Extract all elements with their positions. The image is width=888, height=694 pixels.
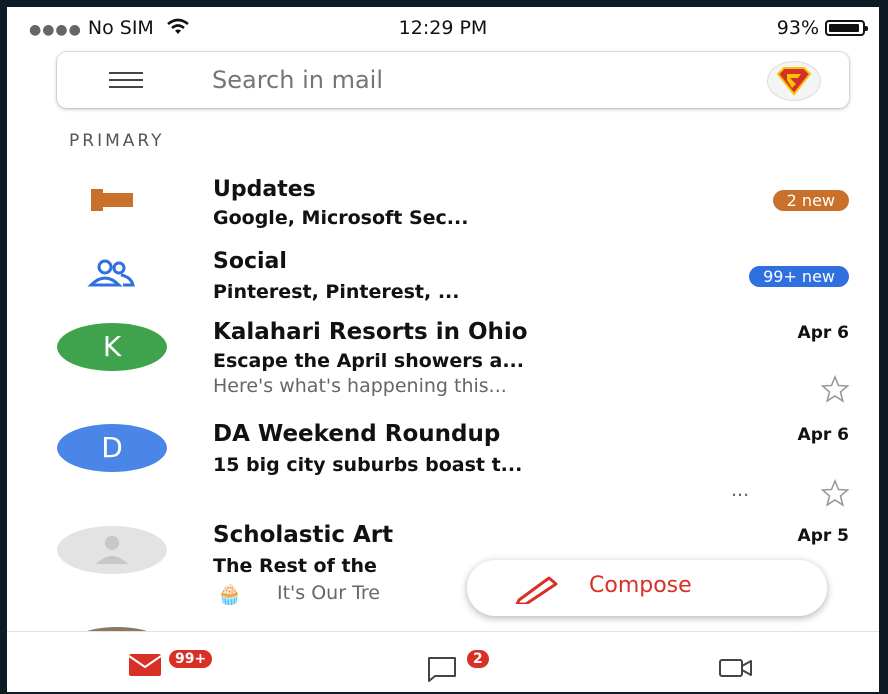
- mail-icon: [129, 654, 161, 676]
- cupcake-icon: 🧁: [217, 582, 242, 606]
- email-row[interactable]: D DA Weekend Roundup Apr 6 15 big city s…: [7, 419, 879, 509]
- people-icon: [87, 259, 135, 287]
- bottom-nav: 99+ 2: [7, 631, 879, 692]
- compose-button[interactable]: Compose: [467, 560, 827, 616]
- email-date: Apr 5: [797, 526, 849, 546]
- sender-avatar: K: [57, 323, 167, 371]
- clock: 12:29 PM: [398, 17, 488, 39]
- search-bar: [57, 52, 849, 108]
- email-date: Apr 6: [797, 323, 849, 343]
- video-camera-icon: [719, 659, 752, 677]
- pencil-icon: [515, 576, 558, 604]
- email-subject: The Rest of the: [213, 555, 377, 577]
- sender-name: Scholastic Art: [213, 522, 394, 548]
- person-icon: [96, 536, 128, 564]
- category-subtitle: Google, Microsoft Sec...: [213, 207, 469, 229]
- email-subject: 15 big city suburbs boast t...: [213, 454, 523, 476]
- tab-meet[interactable]: [719, 640, 769, 686]
- app-screen: ●●●●No SIM 12:29 PM 93% PRIMARY: [7, 7, 879, 692]
- menu-icon[interactable]: [109, 70, 143, 90]
- category-social[interactable]: Social Pinterest, Pinterest, ... 99+ new: [7, 241, 879, 306]
- star-icon[interactable]: [821, 479, 849, 507]
- email-subject: Escape the April showers a...: [213, 350, 524, 372]
- compose-label: Compose: [589, 573, 692, 598]
- sender-name: Kalahari Resorts in Ohio: [213, 319, 528, 345]
- superman-logo-icon: [776, 67, 812, 96]
- search-input[interactable]: [212, 64, 712, 96]
- sender-avatar: D: [57, 424, 167, 472]
- battery-indicator: 93%: [776, 17, 868, 39]
- email-snippet: It's Our Tre: [277, 582, 380, 604]
- section-label: PRIMARY: [69, 131, 165, 151]
- category-title: Updates: [213, 177, 316, 202]
- email-snippet: Here's what's happening this...: [213, 375, 507, 397]
- category-subtitle: Pinterest, Pinterest, ...: [213, 281, 460, 303]
- category-updates[interactable]: Updates Google, Microsoft Sec... 2 new: [7, 167, 879, 232]
- star-icon[interactable]: [821, 375, 849, 403]
- tab-chat[interactable]: 2: [427, 640, 517, 686]
- category-title: Social: [213, 249, 287, 274]
- battery-percent: 93%: [776, 17, 819, 39]
- email-row[interactable]: K Kalahari Resorts in Ohio Apr 6 Escape …: [7, 317, 879, 412]
- chat-count-badge: 2: [467, 650, 489, 668]
- email-date: Apr 6: [797, 425, 849, 445]
- label-flag-icon: [91, 189, 133, 211]
- status-bar: ●●●● No SIM 12:29 PM 93%: [7, 7, 879, 45]
- chat-icon: [428, 657, 456, 682]
- new-count-badge: 99+ new: [749, 266, 849, 287]
- sender-avatar: [57, 526, 167, 574]
- new-count-badge: 2 new: [772, 190, 849, 211]
- account-avatar[interactable]: [767, 61, 821, 101]
- email-snippet: ...: [731, 479, 750, 501]
- battery-icon: [825, 20, 868, 36]
- tab-mail[interactable]: 99+: [129, 640, 249, 686]
- sender-name: DA Weekend Roundup: [213, 421, 501, 447]
- mail-count-badge: 99+: [169, 650, 213, 668]
